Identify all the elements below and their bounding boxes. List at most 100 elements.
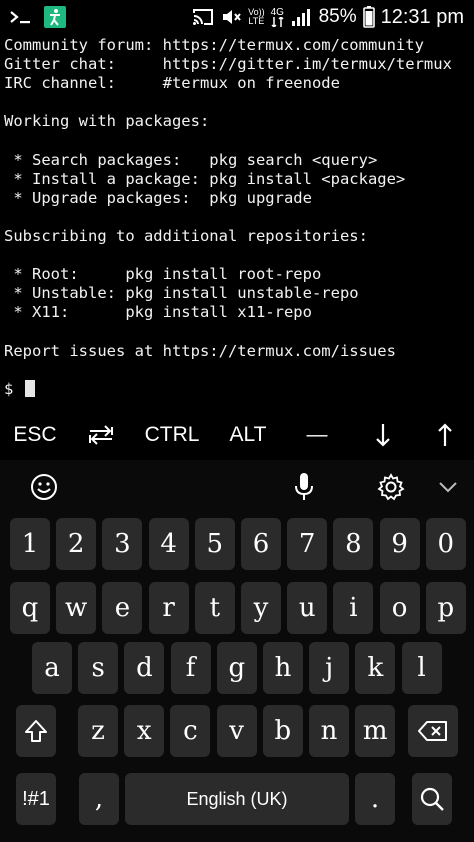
letter-key-i[interactable]: i (333, 582, 374, 634)
tab-arrows-icon (88, 425, 114, 445)
settings-icon (377, 473, 405, 501)
number-key-9[interactable]: 9 (379, 518, 420, 570)
letter-key-k[interactable]: k (355, 642, 396, 694)
arrow-down-icon (376, 423, 390, 447)
shell-prompt: $ (4, 379, 23, 398)
esc-key[interactable]: ESC (0, 410, 70, 460)
terminal-line: * Install a package: pkg install <packag… (4, 169, 406, 188)
shift-icon (24, 719, 48, 743)
voice-input-button[interactable] (286, 470, 322, 504)
keyboard-toolbar (0, 460, 474, 514)
dash-key[interactable]: — (284, 410, 350, 460)
comma-key[interactable]: , (79, 773, 119, 825)
number-key-1[interactable]: 1 (10, 518, 50, 570)
accessibility-icon (44, 6, 66, 28)
text-cursor (24, 379, 35, 397)
letter-key-g[interactable]: g (216, 642, 257, 694)
volte-icon: Vo)) LTE (248, 8, 265, 26)
emoji-button[interactable] (26, 470, 62, 504)
search-key[interactable] (412, 773, 452, 825)
arrow-up-icon (438, 423, 452, 447)
shift-key[interactable] (16, 705, 56, 757)
number-key-2[interactable]: 2 (56, 518, 97, 570)
letter-key-p[interactable]: p (425, 582, 466, 634)
cast-icon (192, 8, 214, 26)
number-key-5[interactable]: 5 (194, 518, 235, 570)
letter-key-c[interactable]: c (170, 705, 211, 757)
backspace-key[interactable] (408, 705, 458, 757)
letter-key-s[interactable]: s (78, 642, 119, 694)
terminal-line: * Root: pkg install root-repo (4, 265, 322, 284)
terminal-line: * Upgrade packages: pkg upgrade (4, 188, 312, 207)
number-key-4[interactable]: 4 (148, 518, 189, 570)
letter-key-y[interactable]: y (241, 582, 281, 634)
ctrl-key[interactable]: CTRL (132, 410, 212, 460)
space-bar[interactable]: English (UK) (125, 773, 349, 825)
number-key-7[interactable]: 7 (287, 518, 328, 570)
letter-key-x[interactable]: x (124, 705, 165, 757)
letter-key-b[interactable]: b (262, 705, 303, 757)
terminal-line: Report issues at https://termux.com/issu… (4, 341, 396, 360)
terminal-line: IRC channel: #termux on freenode (4, 74, 340, 93)
soft-keyboard: !#1 , English (UK) . 1234567890 qwertyuio… (0, 460, 474, 842)
letter-key-h[interactable]: h (263, 642, 303, 694)
letter-key-m[interactable]: m (355, 705, 396, 757)
terminal-line: Gitter chat: https://gitter.im/termux/te… (4, 55, 452, 74)
battery-icon (362, 6, 375, 28)
number-key-3[interactable]: 3 (102, 518, 143, 570)
backspace-icon (418, 721, 448, 741)
status-bar: Vo)) LTE 4G 85% 12:31 pm (0, 0, 474, 34)
letter-key-n[interactable]: n (309, 705, 349, 757)
search-icon (419, 786, 445, 812)
keyboard-settings-button[interactable] (373, 470, 409, 504)
tab-key[interactable] (70, 410, 132, 460)
terminal-line: Subscribing to additional repositories: (4, 226, 368, 245)
collapse-keyboard-button[interactable] (430, 470, 466, 504)
symbols-key[interactable]: !#1 (16, 773, 56, 825)
prompt-line[interactable]: $ (4, 379, 474, 399)
battery-percent: 85% (318, 6, 357, 27)
signal-bars-icon (291, 7, 313, 27)
status-bar-right: Vo)) LTE 4G 85% 12:31 pm (192, 4, 464, 30)
period-key[interactable]: . (355, 773, 395, 825)
terminal-prompt-icon (8, 7, 36, 27)
terminal-line: * Search packages: pkg search <query> (4, 150, 378, 169)
alt-key[interactable]: ALT (212, 410, 284, 460)
letter-key-d[interactable]: d (124, 642, 165, 694)
letter-key-q[interactable]: q (10, 582, 50, 634)
terminal-line: Community forum: https://termux.com/comm… (4, 36, 424, 54)
network-label: 4G (270, 6, 284, 18)
letter-key-a[interactable]: a (32, 642, 72, 694)
letter-key-u[interactable]: u (287, 582, 328, 634)
microphone-icon (293, 472, 315, 502)
letter-key-r[interactable]: r (148, 582, 189, 634)
number-key-6[interactable]: 6 (241, 518, 281, 570)
down-arrow-key[interactable] (350, 410, 416, 460)
letter-key-t[interactable]: t (194, 582, 235, 634)
terminal-line: * Unstable: pkg install unstable-repo (4, 284, 359, 303)
letter-key-e[interactable]: e (102, 582, 143, 634)
number-key-0[interactable]: 0 (425, 518, 466, 570)
up-arrow-key[interactable] (416, 410, 474, 460)
terminal-line: Working with packages: (4, 112, 210, 131)
collapse-icon (438, 481, 458, 493)
number-key-8[interactable]: 8 (333, 518, 374, 570)
terminal-output[interactable]: Community forum: https://termux.com/comm… (0, 36, 474, 408)
letter-key-w[interactable]: w (56, 582, 97, 634)
volte-label-bottom: LTE (248, 16, 265, 26)
letter-key-f[interactable]: f (170, 642, 211, 694)
letter-key-j[interactable]: j (309, 642, 350, 694)
clock: 12:31 pm (380, 5, 464, 28)
letter-key-v[interactable]: v (216, 705, 257, 757)
letter-key-l[interactable]: l (401, 642, 442, 694)
status-bar-left (8, 6, 66, 28)
mute-icon (220, 7, 242, 27)
letter-key-z[interactable]: z (78, 705, 118, 757)
letter-key-o[interactable]: o (379, 582, 420, 634)
emoji-icon (30, 473, 58, 501)
